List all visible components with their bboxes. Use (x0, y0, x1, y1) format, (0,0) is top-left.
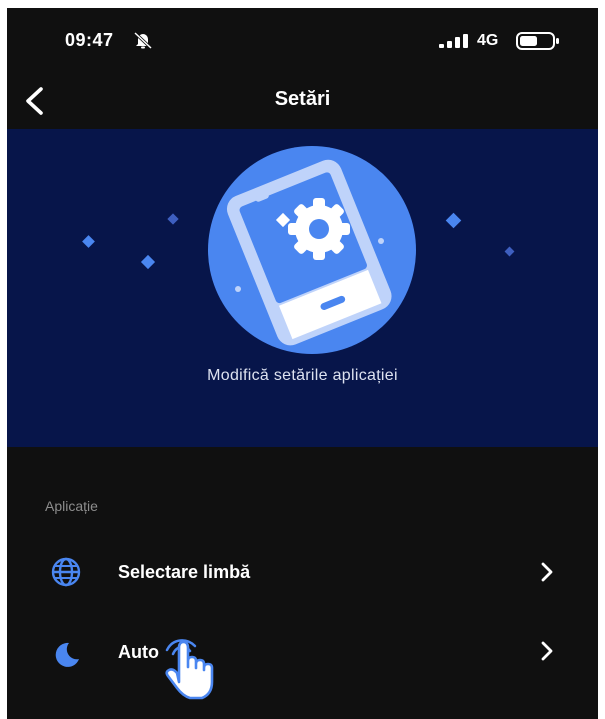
chevron-right-icon (541, 641, 553, 661)
language-select-row[interactable]: Selectare limbă (7, 544, 598, 600)
network-type: 4G (477, 32, 499, 49)
navigation-bar: Setări (7, 78, 598, 128)
status-bar: 09:47 4G (7, 8, 598, 78)
phone-gear-illustration (82, 146, 515, 354)
status-time: 09:47 (65, 30, 114, 50)
bell-slash-icon (133, 31, 153, 49)
battery-icon (516, 32, 559, 50)
chevron-right-icon (541, 562, 553, 582)
moon-icon (55, 642, 79, 667)
theme-auto-row[interactable]: Auto (7, 628, 598, 684)
signal-bars-icon (439, 34, 468, 48)
page-title: Setări (274, 88, 331, 110)
theme-auto-label: Auto (118, 642, 159, 662)
section-label-app: Aplicație (45, 498, 98, 514)
hero-caption: Modifică setările aplicației (207, 367, 398, 384)
language-select-label: Selectare limbă (118, 562, 251, 582)
globe-icon (51, 557, 81, 587)
settings-hero-banner: Modifică setările aplicației (7, 129, 598, 447)
phone-screen: 09:47 4G Setări Modifică setările aplica… (7, 8, 598, 719)
